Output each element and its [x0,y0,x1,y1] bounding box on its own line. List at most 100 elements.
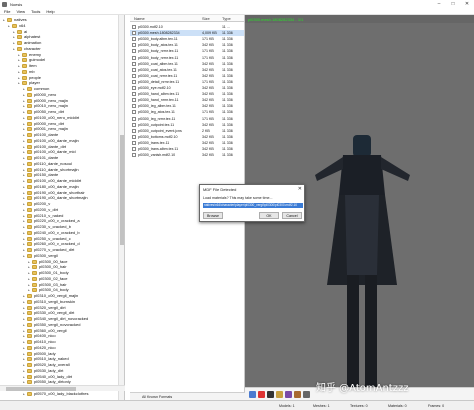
tree-hscroll-thumb[interactable] [6,387,76,391]
expand-icon[interactable]: ▸ [22,196,26,200]
file-row[interactable]: pl0300_body_atos.tex.11 342 KB 11 336 [130,42,244,48]
menu-tools[interactable]: Tools [31,9,40,14]
red-ball-icon[interactable] [258,391,265,398]
file-row[interactable]: pl0300_outpoint_event.jcns 2 KB 11 336 [130,128,244,134]
expand-icon[interactable]: ▸ [27,283,31,287]
file-row[interactable]: pl0300.mesh.1808282334 4,009 KB 11 336 [130,30,244,37]
file-row[interactable]: pl0300_leg_albm.tex.11 342 KB 11 336 [130,103,244,109]
tree-vertical-scrollbar[interactable] [118,15,124,400]
file-row[interactable]: pl0300_vanish.mdf2.10 342 KB 11 336 [130,152,244,158]
expand-icon[interactable]: ▸ [22,237,26,241]
expand-icon[interactable]: ▸ [22,340,26,344]
tree-scroll-thumb[interactable] [120,135,124,245]
expand-icon[interactable]: ▸ [22,225,26,229]
expand-icon[interactable]: ▸ [22,329,26,333]
file-row[interactable]: pl0300_body_nrmr.tex.11 171 KB 11 336 [130,48,244,54]
expand-icon[interactable]: ▸ [22,145,26,149]
expand-icon[interactable]: ▸ [22,150,26,154]
expand-icon[interactable]: ▸ [7,24,11,28]
expand-icon[interactable]: ▸ [22,375,26,379]
expand-icon[interactable]: ▸ [22,93,26,97]
expand-icon[interactable]: ▸ [22,369,26,373]
expand-icon[interactable]: ▸ [22,133,26,137]
file-row[interactable]: pl0300_body.albm.tex.11 171 KB 11 336 [130,36,244,42]
expand-icon[interactable]: ▸ [22,254,26,258]
menu-file[interactable]: File [4,9,10,14]
expand-icon[interactable]: ▸ [22,300,26,304]
expand-icon[interactable]: ▸ [22,127,26,131]
maximize-icon[interactable]: □ [446,0,460,8]
info-icon[interactable] [249,391,256,398]
file-row[interactable]: pl0300_coat_albm.tex.11 342 KB 11 336 [130,61,244,67]
normals-icon[interactable] [294,391,301,398]
expand-icon[interactable]: ▸ [22,202,26,206]
tree-item[interactable]: ▸ pl0570_c00_lady_blackclothes [22,391,88,397]
file-row[interactable]: pl0300_eye.mdf2.10 342 KB 11 336 [130,85,244,91]
expand-icon[interactable]: ▸ [22,352,26,356]
expand-icon[interactable]: ▸ [22,392,26,396]
expand-icon[interactable]: ▸ [22,139,26,143]
expand-icon[interactable]: ▸ [22,357,26,361]
texture-icon[interactable] [285,391,292,398]
expand-icon[interactable]: ▸ [22,346,26,350]
expand-icon[interactable]: ▸ [22,185,26,189]
lighting-icon[interactable] [303,391,310,398]
file-row[interactable]: pl0300_detail_nrmr.tex.11 171 KB 11 336 [130,79,244,85]
expand-icon[interactable]: ▸ [12,30,16,34]
expand-icon[interactable]: ▸ [2,18,6,22]
expand-icon[interactable]: ▸ [22,162,26,166]
file-row[interactable]: pl0300_hand_albm.tex.11 342 KB 11 336 [130,91,244,97]
cancel-button[interactable]: Cancel [282,212,302,219]
expand-icon[interactable]: ▸ [22,173,26,177]
file-row[interactable]: pl0300_bottoms.mdf2.10 342 KB 11 336 [130,134,244,140]
file-row[interactable]: pl0300_leg_atos.tex.11 171 KB 11 336 [130,109,244,115]
close-icon[interactable]: ✕ [460,0,474,8]
file-row[interactable]: pl0300_trans.tex.11 342 KB 11 336 [130,140,244,146]
expand-icon[interactable]: ▸ [22,323,26,327]
expand-icon[interactable]: ▸ [22,363,26,367]
skeleton-icon[interactable] [267,391,274,398]
file-row[interactable]: pl0300_coat_atos.tex.11 342 KB 11 336 [130,67,244,73]
menu-help[interactable]: Help [46,9,54,14]
expand-icon[interactable]: ▸ [17,70,21,74]
wireframe-icon[interactable] [276,391,283,398]
expand-icon[interactable]: ▸ [22,231,26,235]
expand-icon[interactable]: ▸ [17,64,21,68]
expand-icon[interactable]: ▸ [22,179,26,183]
browse-button[interactable]: Browse [203,212,223,219]
expand-icon[interactable]: ▸ [27,288,31,292]
expand-icon[interactable]: ▸ [22,294,26,298]
expand-icon[interactable]: ▸ [22,334,26,338]
expand-icon[interactable]: ▸ [22,99,26,103]
expand-icon[interactable]: ▸ [22,242,26,246]
file-row[interactable]: pl0300_body_nrmr.tex.11 171 KB 11 336 [130,55,244,61]
file-row[interactable]: pl0300.mdf2.10 11 ... [130,24,244,30]
expand-icon[interactable]: ▸ [22,380,26,384]
mdf-path-input[interactable]: natives\x64\character\player\pl0300_verg… [203,203,303,208]
expand-icon[interactable]: ▸ [22,104,26,108]
expand-icon[interactable]: ▸ [12,41,16,45]
expand-icon[interactable]: ▸ [17,53,21,57]
expand-icon[interactable]: ▸ [22,317,26,321]
expand-icon[interactable]: ▸ [27,277,31,281]
column-type[interactable]: Type [222,16,231,21]
expand-icon[interactable]: ▸ [22,219,26,223]
expand-icon[interactable]: ▸ [22,110,26,114]
expand-icon[interactable]: ▸ [12,47,16,51]
file-row[interactable]: pl0300_outpoint.tex.11 342 KB 11 336 [130,122,244,128]
expand-icon[interactable]: ▸ [22,306,26,310]
expand-icon[interactable]: ▸ [22,208,26,212]
expand-icon[interactable]: ▸ [22,214,26,218]
expand-icon[interactable]: ▸ [22,311,26,315]
file-row[interactable]: pl0300_coat_nrmr.tex.11 342 KB 11 336 [130,73,244,79]
expand-icon[interactable]: ▸ [27,260,31,264]
tree-horizontal-scrollbar[interactable] [0,385,125,391]
expand-icon[interactable]: ▸ [22,122,26,126]
minimize-icon[interactable]: – [432,0,446,8]
expand-icon[interactable]: ▸ [27,271,31,275]
expand-icon[interactable]: ▸ [22,116,26,120]
expand-icon[interactable]: ▸ [22,191,26,195]
expand-icon[interactable]: ▸ [27,265,31,269]
file-row[interactable]: pl0300_leg_nrmr.tex.11 171 KB 11 336 [130,116,244,122]
expand-icon[interactable]: ▸ [22,87,26,91]
